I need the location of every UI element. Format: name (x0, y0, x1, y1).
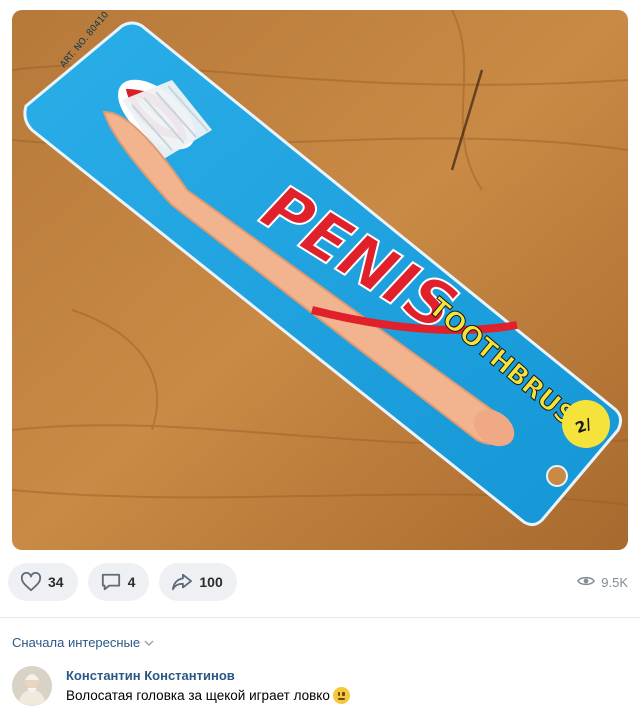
heart-icon (20, 572, 42, 592)
toothbrush-package-photo: PENIS TOOTHBRUSH 2/ ART. NO. 80410 (12, 10, 628, 550)
chevron-down-icon (144, 635, 154, 650)
like-count: 34 (48, 574, 64, 590)
view-count: 9.5K (601, 574, 628, 590)
like-button[interactable]: 34 (8, 563, 78, 601)
post-actions-bar: 34 4 100 9.5K (8, 563, 628, 601)
avatar[interactable] (12, 666, 52, 706)
comment-icon (100, 572, 122, 592)
comments-sort-dropdown[interactable]: Сначала интересные (12, 635, 154, 650)
comment-text-row: Волосатая головка за щекой играет ловко (66, 687, 350, 704)
comment-item: Константин Константинов Волосатая головк… (12, 666, 628, 710)
eye-icon (577, 574, 596, 591)
comment-text: Волосатая головка за щекой играет ловко (66, 688, 330, 703)
comment-button[interactable]: 4 (87, 563, 150, 601)
comments-sort-label: Сначала интересные (12, 635, 141, 650)
share-count: 100 (199, 574, 223, 590)
share-button[interactable]: 100 (159, 563, 237, 601)
comment-author[interactable]: Константин Константинов (66, 668, 350, 683)
divider (0, 617, 640, 618)
view-counter: 9.5K (577, 574, 628, 591)
neutral-face-emoji-icon (332, 687, 350, 704)
comment-count: 4 (127, 574, 136, 590)
post-photo[interactable]: PENIS TOOTHBRUSH 2/ ART. NO. 80410 (12, 10, 628, 550)
share-icon (171, 572, 193, 592)
